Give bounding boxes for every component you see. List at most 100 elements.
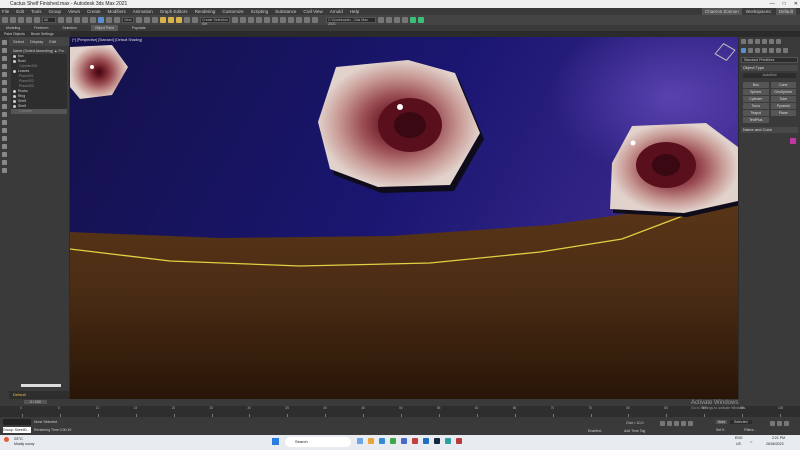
cameras-icon[interactable]	[762, 48, 767, 53]
next-frame-icon[interactable]	[681, 421, 686, 426]
clock-time[interactable]: 2:21 PM	[772, 436, 785, 440]
play-icon[interactable]	[674, 421, 679, 426]
chrome-icon[interactable]	[390, 438, 396, 444]
filter-frozen-icon[interactable]	[2, 136, 7, 141]
menu-group[interactable]: Group	[49, 8, 62, 15]
eye-icon[interactable]	[13, 95, 16, 98]
user-account[interactable]: Chaeron Zonnon	[702, 8, 742, 15]
select-icon[interactable]	[2, 40, 7, 45]
auto-key-button[interactable]: Auto	[716, 420, 728, 424]
filter-hidden-icon[interactable]	[2, 144, 7, 149]
menu-scripting[interactable]: Scripting	[251, 8, 269, 15]
percent-snap-icon[interactable]	[176, 17, 182, 23]
file-explorer-icon[interactable]	[368, 438, 374, 444]
layers-icon[interactable]	[248, 17, 254, 23]
folder-icon[interactable]	[378, 17, 384, 23]
project-path-dropdown[interactable]: C:\Downloads\...\3ds Max 2021	[326, 17, 376, 26]
app-icon[interactable]	[412, 438, 418, 444]
undo-icon[interactable]	[2, 17, 8, 23]
menu-modifiers[interactable]: Modifiers	[108, 8, 126, 15]
cylinder-button[interactable]: Cylinder	[743, 96, 769, 102]
track-bar[interactable]: 0 5 10 15 20 25 30 35 40 45 50 55 60 65 70 75 80 85 90 95 10…	[0, 406, 800, 417]
check-icon[interactable]	[418, 17, 424, 23]
steam-icon[interactable]	[434, 438, 440, 444]
3dsmax-icon[interactable]	[445, 438, 451, 444]
filter-helpers-icon[interactable]	[2, 88, 7, 93]
perspective-viewport[interactable]: [+] [Perspective] [Standard] [Default Sh…	[70, 37, 738, 399]
set-key-button[interactable]: Set K.	[716, 428, 726, 432]
menu-create[interactable]: Create	[87, 8, 101, 15]
viewport-label[interactable]: [+] [Perspective] [Standard] [Default Sh…	[72, 38, 142, 42]
edit-named-sets-icon[interactable]	[192, 17, 198, 23]
filter-xrefs-icon[interactable]	[2, 112, 7, 117]
link-icon[interactable]	[18, 17, 24, 23]
eye-icon[interactable]	[13, 60, 16, 63]
keyboard-shortcut-icon[interactable]	[152, 17, 158, 23]
clock-date[interactable]: 26/06/2023	[766, 442, 784, 446]
select-object-icon[interactable]	[58, 17, 64, 23]
box-button[interactable]: Box	[743, 82, 769, 88]
curve-editor-icon[interactable]	[264, 17, 270, 23]
network-icon[interactable]: ○	[750, 439, 752, 444]
utilities-tab-icon[interactable]	[776, 39, 781, 44]
reference-coord-dropdown[interactable]: View	[122, 17, 134, 23]
scale-icon[interactable]	[106, 17, 112, 23]
menu-rendering[interactable]: Rendering	[195, 8, 216, 15]
save-icon[interactable]	[402, 17, 408, 23]
minimize-icon[interactable]: —	[770, 0, 775, 8]
go-end-icon[interactable]	[688, 421, 693, 426]
eye-icon[interactable]	[13, 55, 16, 58]
filter-geometry-icon[interactable]	[2, 56, 7, 61]
menu-graph-editors[interactable]: Graph Editors	[160, 8, 188, 15]
pyramid-button[interactable]: Pyramid	[770, 103, 796, 109]
filter-bones-icon[interactable]	[2, 120, 7, 125]
filter-spacewarps-icon[interactable]	[2, 96, 7, 101]
unlink-icon[interactable]	[26, 17, 32, 23]
spacewarps-icon[interactable]	[776, 48, 781, 53]
task-view-icon[interactable]	[357, 438, 363, 444]
geometry-icon[interactable]	[741, 48, 746, 53]
rect-selection-icon[interactable]	[74, 17, 80, 23]
named-selection-dropdown[interactable]: Create Selection Set	[200, 17, 230, 26]
eye-icon[interactable]	[13, 105, 16, 108]
maxscript-listener[interactable]	[3, 419, 31, 425]
menu-customize[interactable]: Customize	[222, 8, 243, 15]
menu-help[interactable]: Help	[350, 8, 359, 15]
layer-bar[interactable]: Default	[9, 391, 69, 399]
angle-snap-icon[interactable]	[168, 17, 174, 23]
filter-containers-icon[interactable]	[2, 128, 7, 133]
enabled-toggle[interactable]: Enabled:	[588, 429, 602, 433]
modify-tab-icon[interactable]	[748, 39, 753, 44]
selection-filter-dropdown[interactable]: All	[42, 17, 56, 23]
mirror-icon[interactable]	[232, 17, 238, 23]
key-filter-dropdown[interactable]: Selected	[730, 420, 752, 424]
filter-lights-icon[interactable]	[2, 72, 7, 77]
menu-civil-view[interactable]: Civil View	[303, 8, 322, 15]
sphere-button[interactable]: Sphere	[743, 89, 769, 95]
object-type-rollout[interactable]: Object Type	[741, 65, 798, 71]
rotate-icon[interactable]	[98, 17, 104, 23]
pan-icon[interactable]	[784, 421, 789, 426]
object-color-swatch[interactable]	[790, 138, 796, 144]
lang-code[interactable]: ENG	[735, 436, 743, 440]
weather-desc[interactable]: Mostly sunny	[14, 442, 34, 446]
lights-icon[interactable]	[755, 48, 760, 53]
rendered-frame-icon[interactable]	[296, 17, 302, 23]
textplus-button[interactable]: TextPlus	[743, 117, 769, 123]
eye-icon[interactable]	[13, 100, 16, 103]
redo-icon[interactable]	[10, 17, 16, 23]
explorer-scrollbar[interactable]	[21, 384, 61, 387]
store-icon[interactable]	[423, 438, 429, 444]
move-icon[interactable]	[90, 17, 96, 23]
scene-tab-display[interactable]: Display	[30, 39, 43, 44]
scene-tab-select[interactable]: Select	[13, 39, 24, 44]
systems-icon[interactable]	[783, 48, 788, 53]
bind-spacewarp-icon[interactable]	[34, 17, 40, 23]
project-icon[interactable]	[386, 17, 392, 23]
spinner-snap-icon[interactable]	[184, 17, 190, 23]
menu-arnold[interactable]: Arnold	[330, 8, 343, 15]
sync-icon[interactable]	[410, 17, 416, 23]
weather-icon[interactable]	[4, 437, 9, 442]
go-start-icon[interactable]	[660, 421, 665, 426]
align-icon[interactable]	[240, 17, 246, 23]
